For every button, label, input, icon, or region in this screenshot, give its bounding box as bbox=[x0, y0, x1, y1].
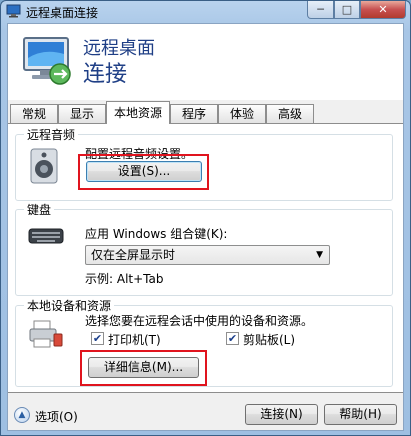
remote-audio-title: 远程音频 bbox=[24, 126, 79, 143]
printer-devices-icon bbox=[29, 320, 63, 348]
minimize-button[interactable]: ─ bbox=[307, 1, 334, 19]
remote-desktop-icon bbox=[6, 4, 21, 18]
speaker-icon bbox=[30, 148, 58, 184]
title-bar[interactable]: 远程桌面连接 ─ □ ✕ bbox=[1, 1, 410, 23]
tab-display[interactable]: 显示 bbox=[58, 104, 106, 123]
tab-strip: 常规 显示 本地资源 程序 体验 高级 bbox=[8, 101, 403, 124]
details-button[interactable]: 详细信息(M)... bbox=[88, 357, 199, 378]
remote-desktop-window: 远程桌面连接 ─ □ ✕ 远程桌面 连接 常规 显示 本地资源 程序 体验 高级 bbox=[0, 0, 411, 436]
clipboard-label[interactable]: 剪贴板(L) bbox=[243, 331, 295, 348]
options-expand-icon[interactable]: ▲ bbox=[14, 407, 30, 423]
connect-button[interactable]: 连接(N) bbox=[245, 404, 318, 425]
printer-checkbox[interactable]: ✔ bbox=[91, 332, 104, 345]
window-title: 远程桌面连接 bbox=[26, 6, 99, 20]
options-toggle[interactable]: 选项(O) bbox=[35, 408, 78, 425]
tab-experience[interactable]: 体验 bbox=[218, 104, 266, 123]
maximize-button[interactable]: □ bbox=[334, 1, 360, 19]
devices-description: 选择您要在远程会话中使用的设备和资源。 bbox=[85, 314, 314, 328]
remote-audio-group: 远程音频 配置远程音频设置。 设置(S)... bbox=[15, 126, 393, 201]
windows-key-combo-value: 仅在全屏显示时 bbox=[91, 248, 176, 262]
keyboard-group: 键盘 应用 Windows 组合键(K): 仅在全屏显示时 ▼ 示例: Alt+… bbox=[15, 201, 393, 296]
windows-key-combo-select[interactable]: 仅在全屏显示时 ▼ bbox=[85, 245, 330, 265]
keyboard-example: 示例: Alt+Tab bbox=[85, 272, 164, 286]
close-button[interactable]: ✕ bbox=[360, 1, 406, 19]
keyboard-icon bbox=[28, 228, 64, 244]
clipboard-checkbox[interactable]: ✔ bbox=[226, 332, 239, 345]
remote-desktop-logo-icon bbox=[23, 37, 71, 85]
tab-programs[interactable]: 程序 bbox=[170, 104, 218, 123]
banner: 远程桌面 连接 bbox=[8, 24, 403, 100]
audio-description: 配置远程音频设置。 bbox=[85, 147, 194, 161]
help-button[interactable]: 帮助(H) bbox=[324, 404, 397, 425]
local-devices-group: 本地设备和资源 选择您要在远程会话中使用的设备和资源。 ✔ 打印机(T) ✔ 剪… bbox=[15, 297, 393, 387]
keyboard-title: 键盘 bbox=[24, 201, 55, 218]
tab-general[interactable]: 常规 bbox=[10, 104, 58, 123]
local-resources-panel: 远程音频 配置远程音频设置。 设置(S)... 键盘 应用 Windows 组合… bbox=[8, 123, 403, 393]
keyboard-apply-label: 应用 Windows 组合键(K): bbox=[85, 227, 228, 241]
printer-label[interactable]: 打印机(T) bbox=[108, 331, 161, 348]
audio-settings-button[interactable]: 设置(S)... bbox=[86, 161, 202, 182]
dropdown-arrow-icon: ▼ bbox=[316, 250, 323, 260]
tab-local-resources[interactable]: 本地资源 bbox=[106, 101, 170, 124]
tab-advanced[interactable]: 高级 bbox=[266, 104, 314, 123]
banner-subtitle: 连接 bbox=[83, 62, 128, 87]
dialog-client: 远程桌面 连接 常规 显示 本地资源 程序 体验 高级 远程音频 配置远程音频设… bbox=[7, 23, 404, 431]
